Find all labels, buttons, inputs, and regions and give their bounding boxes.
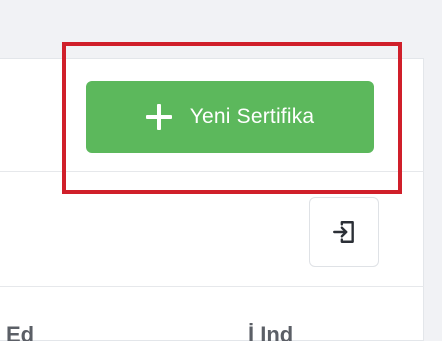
import-button[interactable]	[309, 197, 379, 267]
table-header-cell: Ed	[6, 322, 35, 341]
new-certificate-button[interactable]: Yeni Sertifika	[86, 81, 374, 153]
table-header-cell: İ Ind	[248, 322, 294, 341]
plus-icon	[145, 104, 172, 130]
card-header-divider	[0, 171, 424, 172]
new-certificate-label: Yeni Sertifika	[189, 105, 315, 128]
table-top-divider	[0, 286, 424, 287]
table-header-row-partial: Ed İ Ind	[0, 318, 424, 341]
login-icon	[333, 221, 354, 243]
